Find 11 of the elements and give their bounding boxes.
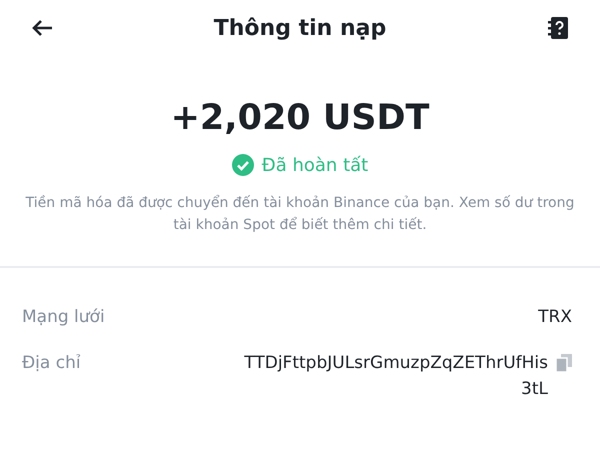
detail-value: TRX (538, 306, 572, 329)
detail-label: Mạng lưới (22, 306, 105, 329)
back-arrow-icon (31, 19, 53, 37)
description-text: Tiền mã hóa đã được chuyển đến tài khoản Binance của bạn. Xem số dư trong tài khoản Spot để biết thêm chi tiết. (24, 194, 576, 235)
detail-value: TTDjFttpbJULsrGmuzpZqZEThrUfHis3tL (243, 352, 548, 401)
status-label: Đã hoàn tất (262, 154, 368, 176)
detail-label: Địa chỉ (22, 352, 81, 375)
deposit-amount: +2,020 USDT (170, 98, 430, 138)
page-title: Thông tin nạp (214, 16, 386, 40)
help-document-icon (548, 17, 568, 39)
copy-icon (556, 354, 572, 372)
